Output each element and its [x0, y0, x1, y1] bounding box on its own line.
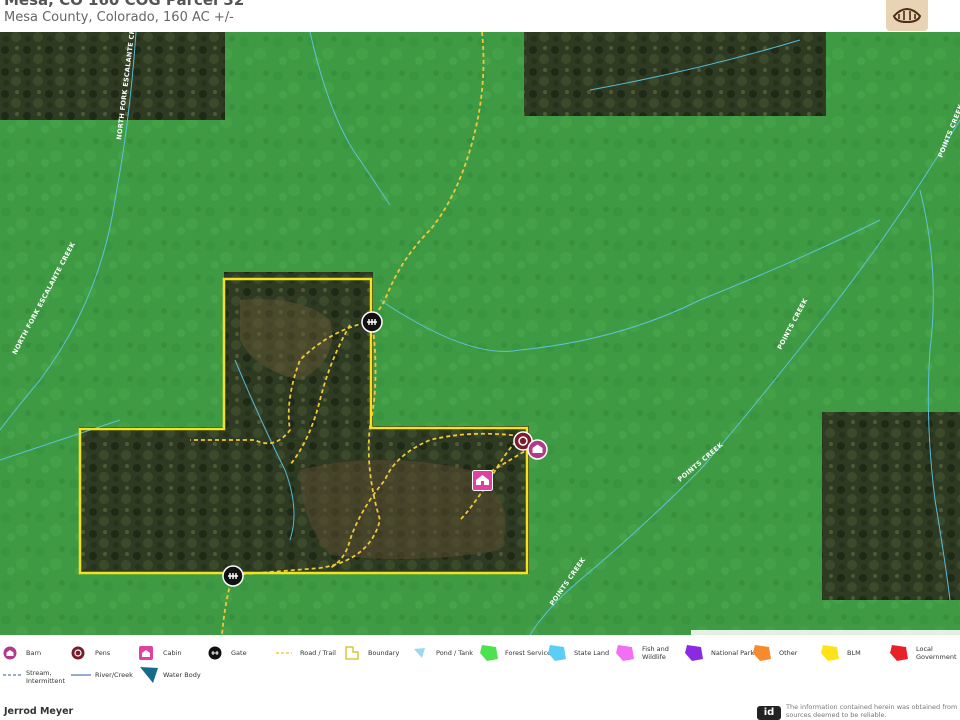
water-body-icon: [140, 667, 158, 683]
legend-label: Boundary: [368, 649, 400, 657]
legend-label: Water Body: [163, 671, 201, 679]
id-logo: id: [757, 706, 781, 720]
blm-icon: [821, 645, 839, 661]
road-trail-icon: [276, 652, 292, 654]
forest-service-icon: [480, 645, 498, 661]
legend-label: National Park: [711, 649, 755, 657]
map-header: Mesa, CO 160 COG Parcel 32 Mesa County, …: [0, 0, 960, 32]
legend-label: Forest Service: [505, 649, 552, 657]
legend-label: Local Government: [916, 645, 957, 661]
barn-icon: [3, 646, 17, 660]
legend-label: Stream, Intermittent: [26, 669, 66, 685]
map-canvas: NORTH FORK ESCALANTE CREEK NORTH FORK ES…: [0, 32, 960, 635]
national-park-icon: [685, 645, 703, 661]
map-footer: Jerrod Meyer id The information containe…: [0, 690, 960, 720]
disclaimer-line: sources deemed to be reliable.: [786, 711, 887, 719]
company-logo: [886, 0, 928, 31]
legend-label: State Land: [574, 649, 610, 657]
state-land-icon: [548, 645, 566, 661]
boundary-icon: [345, 646, 359, 660]
gate-icon: [208, 646, 222, 660]
stream-intermittent-icon: [3, 674, 23, 676]
agent-name: Jerrod Meyer: [4, 706, 74, 717]
pens-icon: [71, 646, 85, 660]
pond-tank-icon: [414, 648, 425, 658]
imagery-block: [822, 412, 960, 600]
map-legend: Barn Pens Cabin Gate Road / Trail Bounda…: [0, 635, 960, 690]
fish-wildlife-icon: [616, 645, 634, 661]
cabin-icon: [139, 646, 153, 660]
legend-label: Fish and Wildlife: [642, 645, 669, 661]
legend-label: Pond / Tank: [436, 649, 473, 657]
map-view[interactable]: NORTH FORK ESCALANTE CREEK NORTH FORK ES…: [0, 32, 960, 635]
local-government-icon: [890, 645, 908, 661]
legend-label: River/Creek: [95, 671, 133, 679]
disclaimer: The information contained herein was obt…: [786, 703, 957, 719]
map-title: Mesa, CO 160 COG Parcel 32: [4, 0, 245, 9]
legend-label: Road / Trail: [300, 649, 336, 657]
legend-label: Pens: [95, 649, 111, 657]
legend-label: BLM: [847, 649, 861, 657]
legend-label: Barn: [26, 649, 42, 657]
legend-label: Cabin: [163, 649, 182, 657]
river-creek-icon: [71, 674, 91, 676]
legend-label: Gate: [231, 649, 247, 657]
legend-label: Other: [779, 649, 798, 657]
disclaimer-line: The information contained herein was obt…: [786, 703, 958, 711]
imagery-block: [0, 32, 225, 120]
imagery-block: [524, 32, 826, 116]
map-subtitle: Mesa County, Colorado, 160 AC +/-: [4, 10, 234, 25]
other-icon: [753, 645, 771, 661]
